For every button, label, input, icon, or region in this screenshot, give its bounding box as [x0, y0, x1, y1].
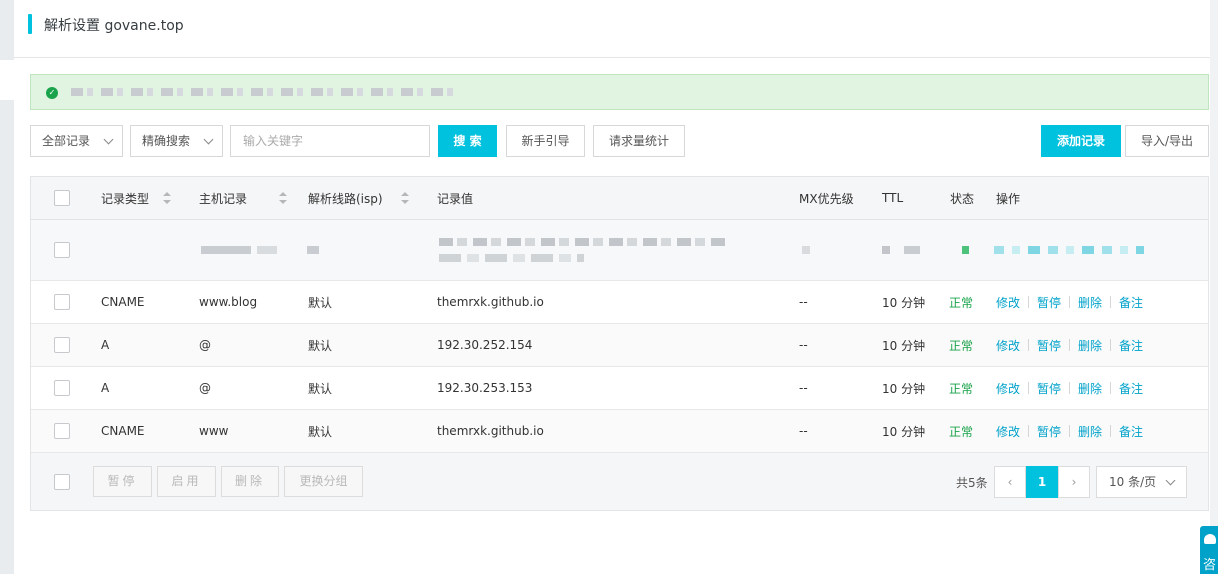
page-header: 解析设置 govane.top — [14, 0, 1210, 58]
info-alert: ✓ — [30, 74, 1209, 110]
chevron-down-icon — [1165, 475, 1176, 486]
edit-link[interactable]: 修改 — [996, 337, 1020, 354]
status-badge: 正常 — [949, 381, 974, 396]
search-button[interactable]: 搜 索 — [438, 125, 497, 157]
pause-link[interactable]: 暂停 — [1037, 423, 1061, 440]
table-header: 记录类型 主机记录 解析线路(isp) 记录值 MX优先级 TTL 状态 操作 — [31, 177, 1208, 220]
guide-button[interactable]: 新手引导 — [506, 125, 585, 157]
table-row: CNAME www 默认 themrxk.github.io -- 10 分钟 … — [31, 410, 1208, 453]
sort-icon[interactable] — [163, 191, 172, 205]
change-group-button[interactable]: 更换分组 — [284, 466, 363, 497]
title-accent-bar — [28, 14, 32, 34]
col-record-type[interactable]: 记录类型 — [101, 177, 172, 219]
chevron-down-icon — [103, 134, 114, 145]
page-size-select[interactable]: 10 条/页 — [1096, 466, 1187, 498]
next-page-button[interactable]: › — [1058, 466, 1090, 498]
pause-link[interactable]: 暂停 — [1037, 294, 1061, 311]
row-checkbox[interactable] — [54, 380, 70, 396]
batch-delete-button[interactable]: 删除 — [221, 466, 279, 497]
row-checkbox[interactable] — [54, 242, 70, 258]
note-link[interactable]: 备注 — [1119, 380, 1143, 397]
col-mx: MX优先级 — [799, 191, 854, 206]
delete-link[interactable]: 删除 — [1078, 337, 1102, 354]
col-status: 状态 — [950, 191, 975, 206]
batch-pause-button[interactable]: 暂停 — [93, 466, 152, 497]
pause-link[interactable]: 暂停 — [1037, 380, 1061, 397]
edit-link[interactable]: 修改 — [996, 294, 1020, 311]
chat-icon — [1204, 534, 1216, 544]
status-badge: 正常 — [949, 424, 974, 439]
right-scroll-edge — [1210, 0, 1218, 574]
table-row: A @ 默认 192.30.252.154 -- 10 分钟 正常 修改 暂停 … — [31, 324, 1208, 367]
import-export-button[interactable]: 导入/导出 — [1125, 125, 1209, 157]
select-all-checkbox[interactable] — [54, 190, 70, 206]
table-footer: 暂停 启用 删除 更换分组 共5条 ‹ 1 › 10 条/页 — [31, 453, 1208, 510]
note-link[interactable]: 备注 — [1119, 337, 1143, 354]
row-actions: 修改 暂停 删除 备注 — [996, 324, 1143, 366]
row-actions: 修改 暂停 删除 备注 — [996, 281, 1143, 323]
note-link[interactable]: 备注 — [1119, 294, 1143, 311]
sort-icon[interactable] — [279, 191, 288, 205]
col-host[interactable]: 主机记录 — [199, 177, 288, 219]
row-actions: 修改 暂停 删除 备注 — [996, 367, 1143, 409]
alert-message — [71, 85, 461, 99]
search-mode-value: 精确搜索 — [142, 134, 191, 148]
edit-link[interactable]: 修改 — [996, 423, 1020, 440]
col-value: 记录值 — [437, 191, 474, 206]
row-checkbox[interactable] — [54, 337, 70, 353]
redacted-host — [201, 220, 319, 280]
consult-label: 咨 — [1203, 558, 1217, 573]
pause-link[interactable]: 暂停 — [1037, 337, 1061, 354]
record-filter-value: 全部记录 — [42, 134, 91, 148]
consult-widget[interactable]: 咨 — [1200, 526, 1218, 574]
row-checkbox[interactable] — [54, 294, 70, 310]
col-actions: 操作 — [996, 191, 1021, 206]
delete-link[interactable]: 删除 — [1078, 380, 1102, 397]
record-filter-select[interactable]: 全部记录 — [30, 125, 123, 157]
toolbar: 全部记录 精确搜索 搜 索 新手引导 请求量统计 添加记录 导入/导出 — [30, 125, 1209, 157]
batch-enable-button[interactable]: 启用 — [157, 466, 216, 497]
search-input[interactable] — [230, 125, 430, 157]
search-mode-select[interactable]: 精确搜索 — [130, 125, 223, 157]
table-row: CNAME www.blog 默认 themrxk.github.io -- 1… — [31, 281, 1208, 324]
table-row-redacted — [31, 220, 1208, 281]
request-stats-button[interactable]: 请求量统计 — [593, 125, 685, 157]
page-button-current[interactable]: 1 — [1026, 466, 1058, 498]
delete-link[interactable]: 删除 — [1078, 294, 1102, 311]
total-count: 共5条 — [956, 476, 988, 490]
chevron-down-icon — [203, 134, 214, 145]
records-table: 记录类型 主机记录 解析线路(isp) 记录值 MX优先级 TTL 状态 操作 … — [30, 176, 1209, 511]
add-record-button[interactable]: 添加记录 — [1041, 125, 1121, 157]
sort-icon[interactable] — [400, 191, 409, 205]
check-circle-icon: ✓ — [46, 87, 58, 99]
prev-page-button[interactable]: ‹ — [994, 466, 1026, 498]
status-badge: 正常 — [949, 338, 974, 353]
page-title: 解析设置 govane.top — [44, 18, 184, 34]
page-size-value: 10 条/页 — [1109, 475, 1157, 489]
left-sidebar-edge — [0, 0, 14, 574]
chevron-left-icon: ‹ — [1007, 475, 1013, 489]
edit-link[interactable]: 修改 — [996, 380, 1020, 397]
row-actions: 修改 暂停 删除 备注 — [996, 410, 1143, 452]
col-line[interactable]: 解析线路(isp) — [308, 177, 409, 219]
table-row: A @ 默认 192.30.253.153 -- 10 分钟 正常 修改 暂停 … — [31, 367, 1208, 410]
col-ttl: TTL — [882, 191, 904, 205]
redacted-value — [439, 220, 729, 280]
row-checkbox[interactable] — [54, 423, 70, 439]
status-badge: 正常 — [949, 295, 974, 310]
note-link[interactable]: 备注 — [1119, 423, 1143, 440]
select-all-footer-checkbox[interactable] — [54, 473, 70, 490]
delete-link[interactable]: 删除 — [1078, 423, 1102, 440]
chevron-right-icon: › — [1071, 475, 1077, 489]
